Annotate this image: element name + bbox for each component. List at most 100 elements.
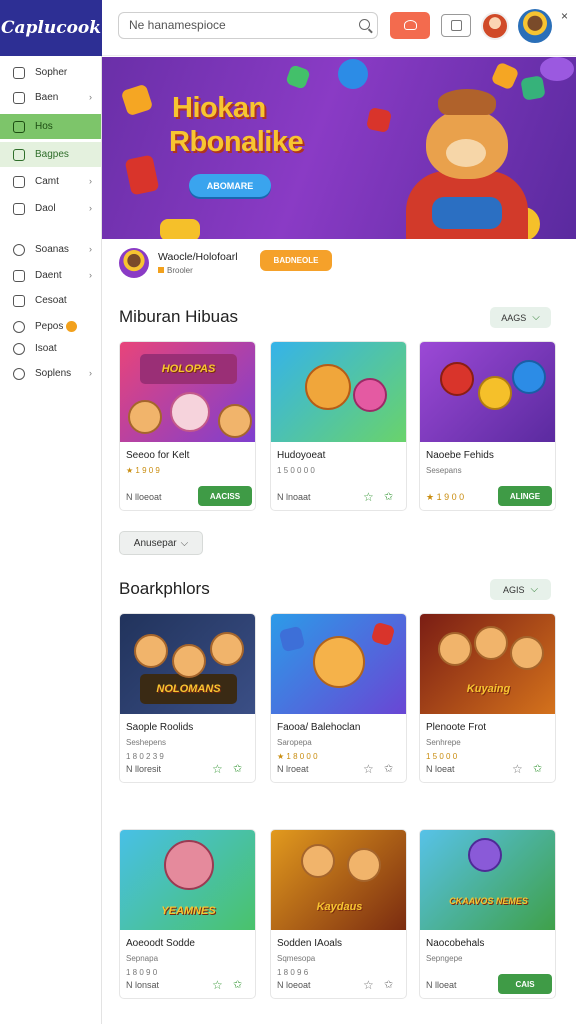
- chevron-right-icon: ›: [89, 203, 92, 213]
- share-icon[interactable]: ✩: [384, 490, 393, 503]
- hero-cta-button[interactable]: ABOMARE: [189, 174, 271, 197]
- share-icon[interactable]: ✩: [384, 762, 393, 775]
- character-illustration: [170, 392, 210, 432]
- game-subtitle: Sqmesopa: [277, 954, 316, 963]
- game-card[interactable]: Kaydaus Sodden IAoals Sqmesopa 1 8 0 9 6…: [270, 829, 407, 999]
- character-illustration: [172, 644, 206, 678]
- sidebar-item-7[interactable]: Daent ›: [0, 263, 101, 288]
- thumbnail-title: Kaydaus: [316, 901, 363, 913]
- game-card[interactable]: HOLOPAS Seeoo for Kelt ★ 1 9 0 9 N lloeo…: [119, 341, 256, 511]
- promo-button[interactable]: BADNEOLE: [260, 250, 332, 271]
- app-logo[interactable]: Caplucook: [0, 0, 102, 56]
- star-icon[interactable]: ☆: [363, 762, 374, 776]
- game-title: Naocobehals: [426, 938, 485, 949]
- section-title: Miburan Hibuas: [119, 307, 239, 326]
- search-placeholder: Ne hanamespioce: [129, 18, 226, 32]
- sidebar-item-label: Camt: [35, 176, 59, 187]
- search-input[interactable]: Ne hanamespioce: [118, 12, 378, 39]
- sidebar-item-0[interactable]: Sopher: [0, 60, 101, 85]
- close-icon[interactable]: ×: [561, 9, 568, 23]
- sidebar-item-label: Cesoat: [35, 295, 67, 306]
- gamepad-icon: [13, 148, 25, 161]
- character-illustration: [478, 376, 512, 410]
- game-meta: N lroeat: [277, 764, 309, 774]
- character-illustration: [305, 364, 351, 410]
- sidebar-item-11[interactable]: Soplens ›: [0, 361, 101, 386]
- chevron-right-icon: ›: [89, 244, 92, 254]
- share-icon[interactable]: ✩: [233, 762, 242, 775]
- game-meta: N loeoat: [277, 980, 311, 990]
- star-icon[interactable]: ☆: [363, 978, 374, 992]
- character-illustration: [134, 634, 168, 668]
- share-icon[interactable]: ✩: [233, 978, 242, 991]
- section-title: Boarkphlors: [119, 579, 210, 598]
- hero-title-line2: Rbonalike: [169, 126, 304, 158]
- sidebar-item-label: Daent: [35, 270, 62, 281]
- sidebar-item-4[interactable]: Camt ›: [0, 169, 101, 194]
- clock-icon: [13, 243, 25, 256]
- sidebar-item-10[interactable]: Isoat: [0, 336, 101, 361]
- game-title: Faooa/ Balehoclan: [277, 722, 361, 733]
- chevron-right-icon: ›: [89, 176, 92, 186]
- character-illustration: [164, 840, 214, 890]
- block-icon: [370, 621, 396, 647]
- hero-banner[interactable]: Hiokan Rbonalike ABOMARE: [102, 57, 576, 239]
- sidebar-item-2[interactable]: Hos: [0, 114, 101, 139]
- block-icon: [124, 154, 160, 196]
- character-illustration: [468, 838, 502, 872]
- character-illustration: [353, 378, 387, 412]
- game-card[interactable]: CKAAVOS NEMES Naocobehals Sepngepe N llo…: [419, 829, 556, 999]
- game-title: Saople Roolids: [126, 722, 194, 733]
- share-icon[interactable]: ✩: [384, 978, 393, 991]
- cart-icon[interactable]: [441, 14, 471, 37]
- game-card[interactable]: Hudoyoeat 1 5 0 0 0 0 N lnoaat ☆ ✩: [270, 341, 407, 511]
- game-rating: 1 5 0 0 0: [426, 752, 458, 761]
- sidebar-item-3[interactable]: Bagpes: [0, 142, 101, 167]
- play-button[interactable]: AACISS: [198, 486, 252, 506]
- document-icon: [13, 120, 25, 133]
- home-icon: [13, 66, 25, 79]
- star-icon[interactable]: ☆: [363, 490, 374, 504]
- notification-button[interactable]: [390, 12, 430, 39]
- game-meta: N lnoaat: [277, 492, 311, 502]
- game-thumbnail: YEAMNES: [120, 830, 255, 930]
- game-rating: 1 8 0 9 0: [126, 968, 158, 977]
- play-button[interactable]: ALINGE: [498, 486, 552, 506]
- friend-avatar[interactable]: [481, 12, 509, 40]
- sidebar-item-label: Baen: [35, 92, 59, 103]
- sidebar-item-label: Sopher: [35, 67, 68, 78]
- game-card[interactable]: Naoebe Fehids Sesepans ★ 1 9 0 0 ALINGE: [419, 341, 556, 511]
- sidebar-item-5[interactable]: Daol ›: [0, 196, 101, 221]
- load-more-label: Anusepar: [133, 537, 177, 549]
- search-icon[interactable]: [359, 19, 370, 30]
- block-icon: [278, 625, 306, 653]
- sidebar-item-8[interactable]: Cesoat: [0, 288, 101, 313]
- game-card[interactable]: NOLOMANS Saople Roolids Seshepens 1 8 0 …: [119, 613, 256, 783]
- star-icon[interactable]: ☆: [212, 978, 223, 992]
- game-rating: 1 8 0 9 6: [277, 968, 309, 977]
- section-filter-button[interactable]: AAGS: [490, 307, 551, 328]
- mascot-hat: [438, 89, 496, 115]
- load-more-button[interactable]: Anusepar: [119, 531, 203, 555]
- play-button[interactable]: CAIS: [498, 974, 552, 994]
- game-meta: N lloeat: [426, 980, 457, 990]
- game-title: Aoeoodt Sodde: [126, 938, 195, 949]
- block-icon: [365, 106, 393, 134]
- game-title: Naoebe Fehids: [426, 450, 494, 461]
- sidebar-item-6[interactable]: Soanas ›: [0, 237, 101, 262]
- character-illustration: [438, 632, 472, 666]
- sidebar-item-1[interactable]: Baen ›: [0, 85, 101, 110]
- coin-icon: [160, 219, 200, 239]
- game-card[interactable]: YEAMNES Aoeoodt Sodde Sepnapa 1 8 0 9 0 …: [119, 829, 256, 999]
- share-icon[interactable]: ✩: [533, 762, 542, 775]
- star-icon[interactable]: ☆: [212, 762, 223, 776]
- game-title: Plenoote Frot: [426, 722, 487, 733]
- section-filter-button[interactable]: AGIS: [490, 579, 551, 600]
- game-card[interactable]: Faooa/ Balehoclan Saropepa ★ 1 8 0 0 0 N…: [270, 613, 407, 783]
- user-avatar[interactable]: [518, 9, 552, 43]
- star-icon[interactable]: ☆: [512, 762, 523, 776]
- gamepad-icon: [432, 197, 502, 229]
- game-card[interactable]: Kuyaing Plenoote Frot Senhrepe 1 5 0 0 0…: [419, 613, 556, 783]
- character-illustration: [313, 636, 365, 688]
- thumbnail-title: Kuyaing: [466, 683, 511, 695]
